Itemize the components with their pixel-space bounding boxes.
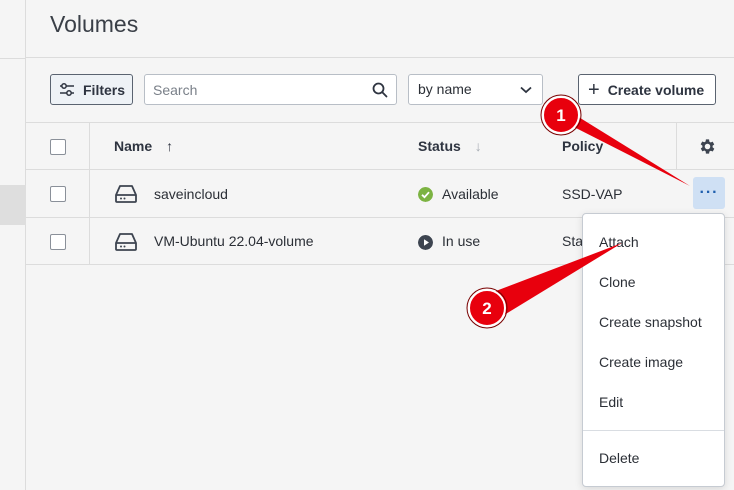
volume-status: In use (442, 233, 481, 249)
menu-item-clone[interactable]: Clone (599, 274, 636, 290)
toolbar: Filters by name + Create volume (26, 58, 734, 122)
menu-item-attach[interactable]: Attach (599, 234, 639, 250)
volume-policy: Sta (562, 233, 584, 249)
column-header-policy-label: Policy (562, 138, 604, 154)
menu-divider (583, 430, 724, 431)
left-sidebar (0, 0, 26, 490)
sidebar-divider (0, 58, 26, 59)
column-header-status[interactable]: Status ↓ (418, 123, 482, 169)
sort-descending-icon: ↓ (474, 138, 482, 154)
volume-name[interactable]: saveincloud (154, 170, 228, 217)
sidebar-item-selected[interactable] (0, 185, 26, 225)
filters-button[interactable]: Filters (50, 74, 133, 105)
table-row[interactable]: saveincloud Available SSD-VAP ··· (26, 169, 734, 217)
column-divider (676, 123, 677, 170)
select-all-checkbox[interactable] (50, 139, 66, 155)
volume-status: Available (442, 185, 499, 202)
menu-item-delete[interactable]: Delete (599, 450, 639, 466)
volume-policy: SSD-VAP (562, 185, 623, 202)
column-divider (89, 170, 90, 217)
column-header-policy[interactable]: Policy (562, 123, 603, 169)
menu-item-create-image[interactable]: Create image (599, 354, 683, 370)
sort-ascending-icon: ↑ (166, 138, 174, 154)
search-box[interactable] (144, 74, 397, 105)
row-checkbox[interactable] (50, 186, 66, 202)
gear-icon[interactable] (698, 137, 717, 156)
column-divider (89, 123, 90, 169)
row-checkbox[interactable] (50, 234, 66, 250)
check-circle-icon (418, 187, 433, 202)
menu-item-edit[interactable]: Edit (599, 394, 623, 410)
row-actions-menu: Attach Clone Create snapshot Create imag… (582, 213, 725, 487)
hard-drive-icon (115, 233, 137, 251)
plus-icon: + (588, 78, 600, 101)
search-icon[interactable] (372, 82, 388, 98)
create-volume-button[interactable]: + Create volume (578, 74, 716, 105)
table-header-row: Name ↑ Status ↓ Policy (26, 122, 734, 170)
search-input[interactable] (145, 75, 355, 104)
sliders-icon (60, 82, 74, 96)
hard-drive-icon (115, 185, 137, 203)
menu-item-create-snapshot[interactable]: Create snapshot (599, 314, 702, 330)
title-bar: Volumes (26, 0, 734, 58)
column-divider (89, 218, 90, 264)
create-volume-label: Create volume (607, 81, 705, 98)
sort-select[interactable]: by name (408, 74, 543, 105)
page-title: Volumes (50, 11, 139, 37)
chevron-down-icon (520, 86, 532, 94)
column-header-status-label: Status (418, 138, 461, 154)
column-header-name[interactable]: Name ↑ (114, 123, 173, 169)
play-circle-icon (418, 235, 433, 250)
sort-select-value: by name (418, 81, 472, 97)
more-horizontal-icon: ··· (699, 184, 719, 201)
volume-name[interactable]: VM-Ubuntu 22.04-volume (154, 218, 314, 264)
column-header-name-label: Name (114, 138, 153, 154)
more-actions-button[interactable]: ··· (693, 177, 725, 209)
filters-label: Filters (83, 81, 126, 98)
